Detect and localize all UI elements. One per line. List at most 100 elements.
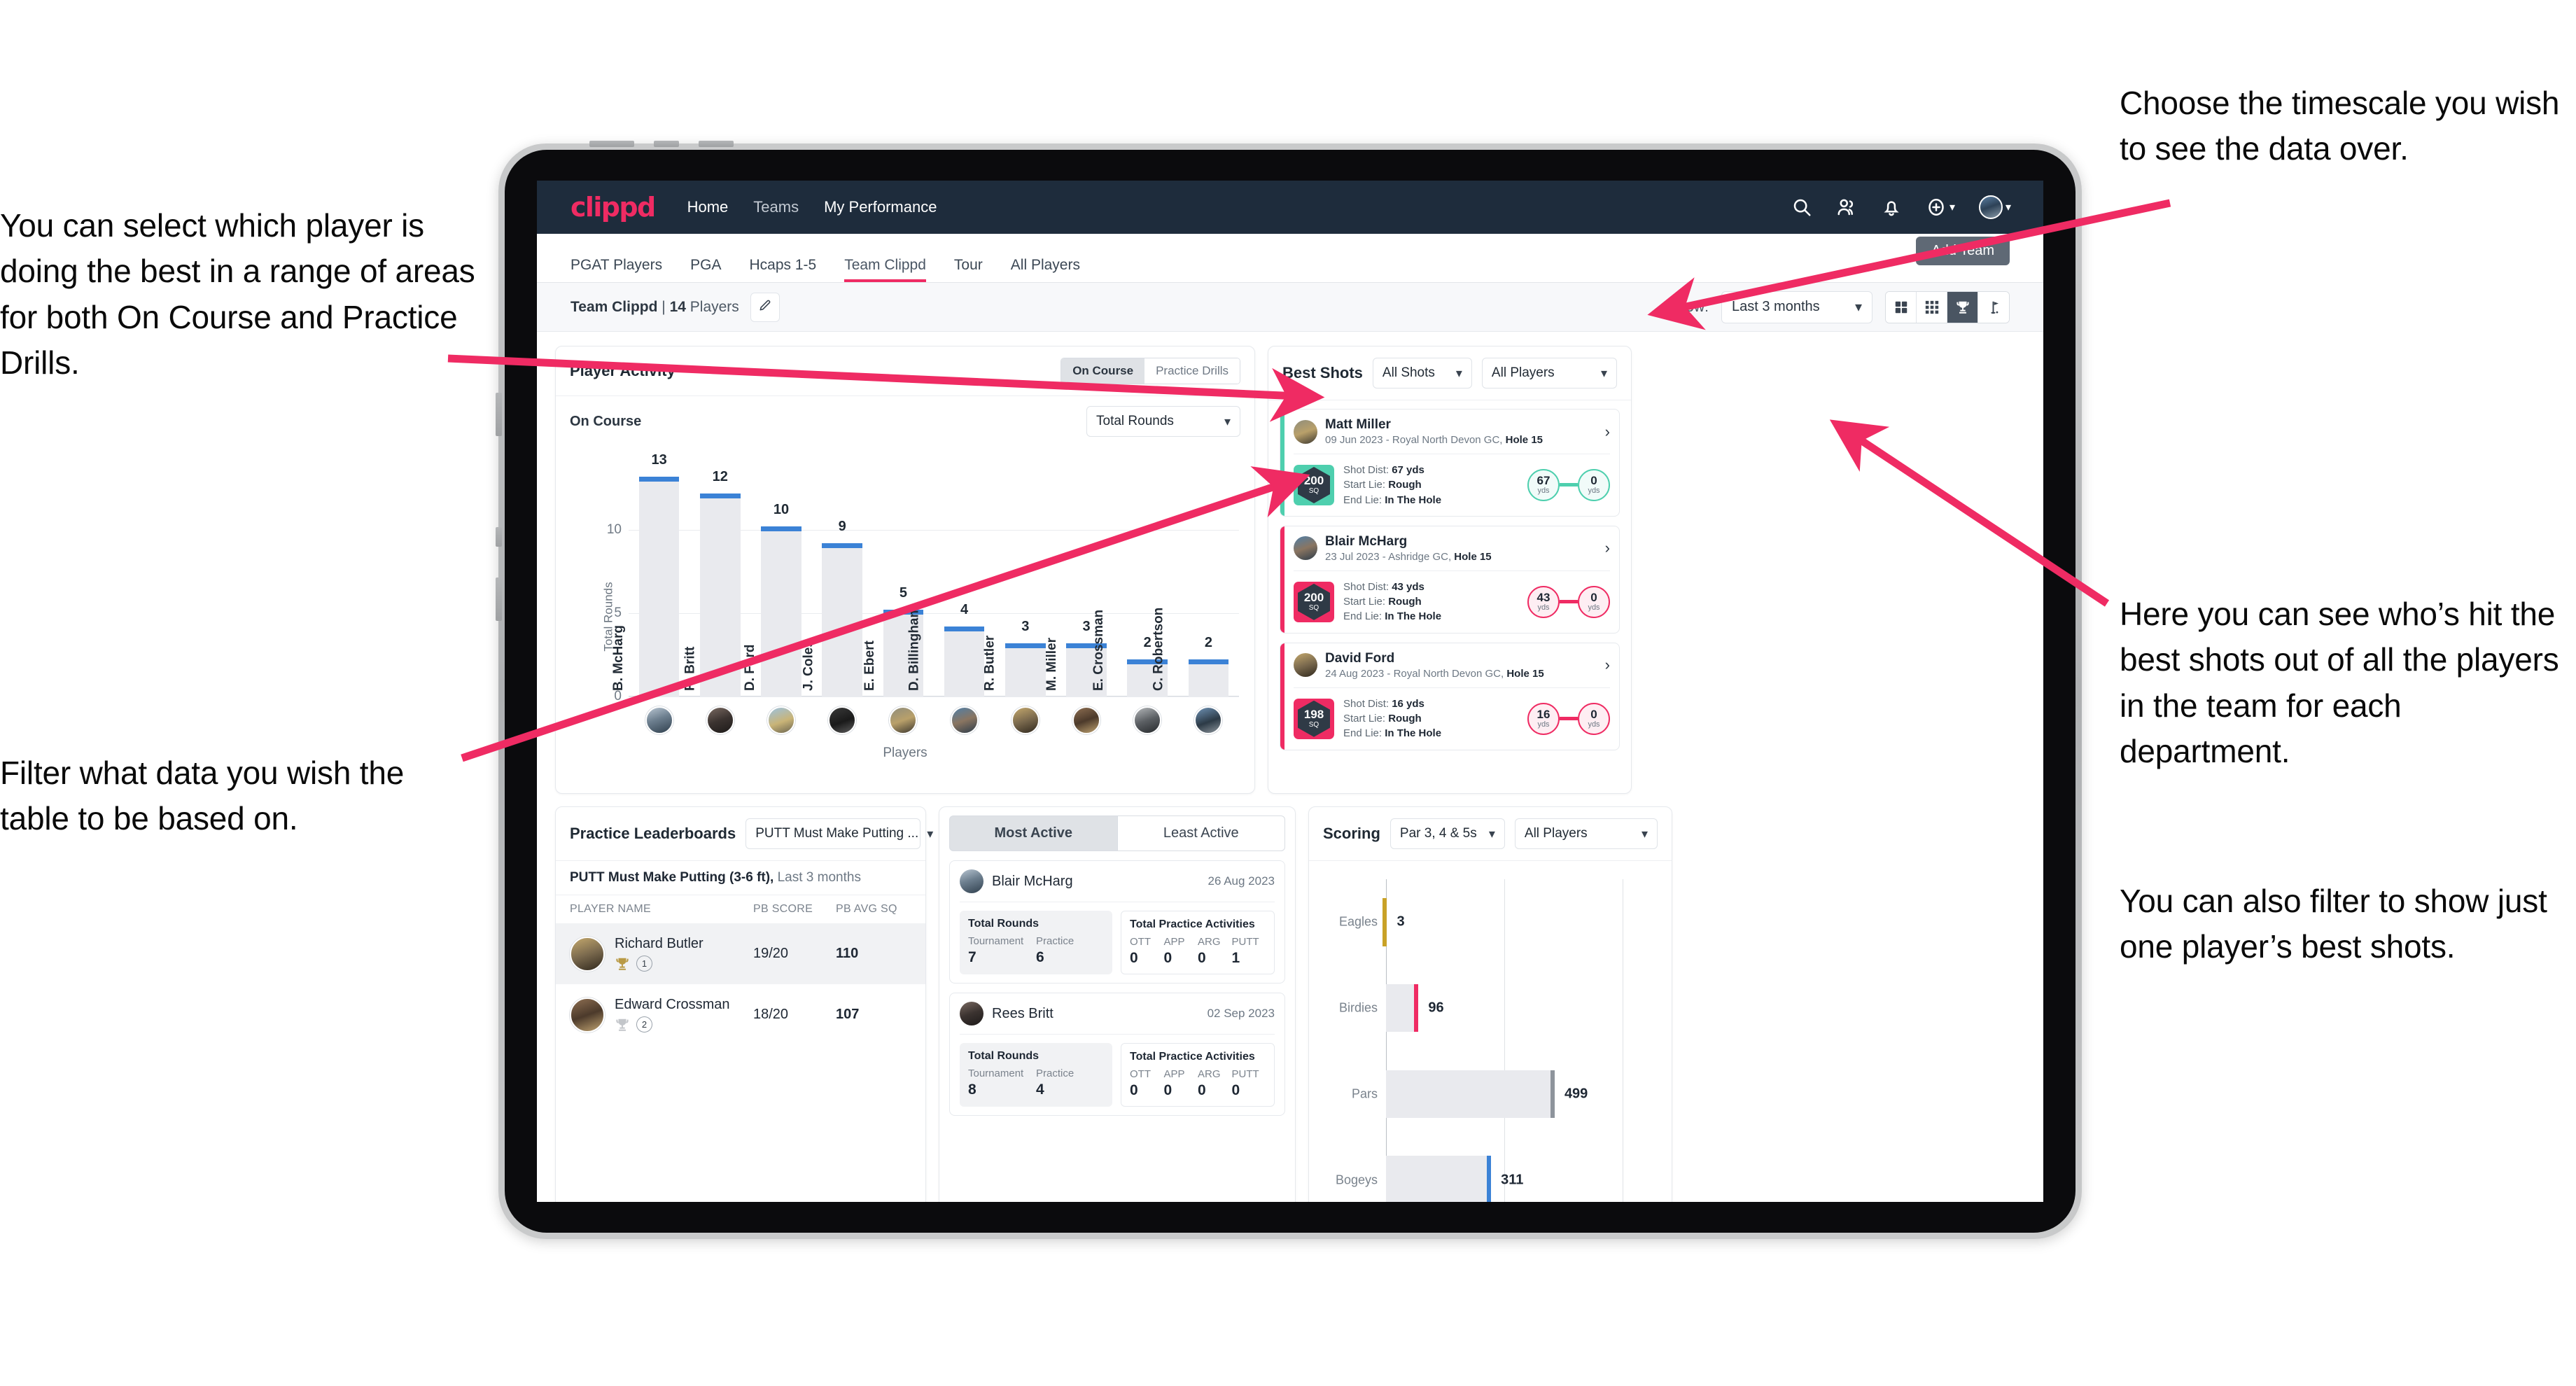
profile-menu[interactable]: ▾	[1978, 195, 2011, 219]
avatar[interactable]	[1133, 706, 1162, 734]
scoring-player-filter[interactable]: All Players ▾	[1514, 818, 1658, 849]
scoring-row[interactable]: Eagles 3	[1339, 898, 1623, 946]
plus-circle-icon[interactable]	[1926, 197, 1947, 218]
toggle-on-course[interactable]: On Course	[1061, 358, 1145, 384]
avatar[interactable]	[570, 936, 605, 972]
drill-select[interactable]: PUTT Must Make Putting ... ▾	[746, 818, 933, 849]
nav-link-teams[interactable]: Teams	[753, 198, 799, 216]
dashboard-row-top: Player Activity On Course Practice Drill…	[555, 346, 2025, 794]
table-row[interactable]: Edward Crossman 2 18/20 107	[556, 984, 925, 1045]
scoring-row[interactable]: Bogeys 311	[1336, 1156, 1623, 1202]
scoring-bar-cap	[1414, 983, 1419, 1032]
chart-bar-column[interactable]: 2 C. Robertson	[1152, 463, 1239, 696]
activity-total-practice-title: Total Practice Activities	[1130, 1051, 1255, 1063]
scoring-row[interactable]: Pars 499	[1352, 1070, 1623, 1119]
tab-all-players[interactable]: All Players	[1011, 257, 1080, 282]
shot-end-unit: yds	[1588, 486, 1600, 496]
bell-icon[interactable]	[1881, 197, 1902, 218]
nav-link-home[interactable]: Home	[687, 198, 729, 216]
player-activity-chart: Total Rounds 0 5 10 13 B. McHarg 12 R. Britt 10…	[556, 440, 1254, 793]
chart-bar[interactable]: 4	[944, 602, 985, 696]
chart-bar[interactable]: 2	[1188, 635, 1229, 696]
player-avatar-slot	[1056, 706, 1116, 734]
avatar[interactable]	[1194, 706, 1223, 734]
activity-practice-value: 0	[1198, 1082, 1206, 1098]
avatar[interactable]	[1294, 653, 1317, 678]
add-menu[interactable]: ▾	[1926, 197, 1955, 218]
avatar[interactable]	[570, 997, 605, 1032]
best-shot-identity: Blair McHarg 23 Jul 2023 - Ashridge GC, H…	[1325, 534, 1593, 563]
tab-tour[interactable]: Tour	[954, 257, 983, 282]
end-lie-line: End Lie: In The Hole	[1343, 726, 1518, 741]
grid-large-icon-button[interactable]	[1886, 291, 1917, 323]
best-shot-quality-badge: 200 SQ	[1294, 581, 1334, 622]
hexagon-icon: 198 SQ	[1298, 700, 1330, 737]
grid-small-icon-button[interactable]	[1917, 291, 1947, 323]
chart-bar-column[interactable]: 5 E. Ebert	[863, 463, 934, 696]
chart-bar[interactable]: 10	[761, 502, 802, 696]
trophy-icon-button[interactable]	[1947, 291, 1978, 323]
chart-bar-column[interactable]: 13 B. McHarg	[611, 452, 690, 696]
best-shot-item[interactable]: Blair McHarg 23 Jul 2023 - Ashridge GC, H…	[1280, 525, 1620, 634]
chart-bar-column[interactable]: 3 M. Miller	[1044, 463, 1116, 696]
chevron-right-icon[interactable]: ›	[1601, 423, 1610, 441]
toggle-practice-drills[interactable]: Practice Drills	[1144, 358, 1240, 384]
avatar[interactable]	[1978, 195, 2003, 219]
activity-practice-key: OTT	[1130, 1068, 1151, 1080]
best-shot-item[interactable]: Matt Miller 09 Jun 2023 - Royal North Dev…	[1280, 409, 1620, 517]
avatar[interactable]	[1011, 706, 1040, 734]
list-item[interactable]: Blair McHarg 26 Aug 2023 Total Rounds Tourn…	[949, 860, 1285, 983]
tab-team-clippd[interactable]: Team Clippd	[844, 257, 926, 282]
chevron-right-icon[interactable]: ›	[1601, 656, 1610, 674]
avatar[interactable]	[950, 706, 979, 734]
best-shots-shot-filter[interactable]: All Shots ▾	[1372, 358, 1472, 388]
best-shot-date: 23 Jul 2023	[1325, 550, 1380, 563]
scoring-row[interactable]: Birdies 96	[1339, 983, 1623, 1032]
tab-pga[interactable]: PGA	[690, 257, 721, 282]
avatar[interactable]	[645, 706, 673, 734]
tab-hcaps-1-5[interactable]: Hcaps 1-5	[749, 257, 816, 282]
activity-rounds-key: Practice	[1036, 935, 1074, 947]
chevron-down-icon: ▾	[1488, 826, 1495, 841]
tab-least-active[interactable]: Least Active	[1117, 816, 1285, 851]
best-shots-player-filter[interactable]: All Players ▾	[1481, 358, 1617, 388]
activity-total-rounds: Total Rounds Tournament 7 Practice 6	[960, 911, 1112, 974]
flag-icon-button[interactable]	[1978, 291, 2009, 323]
clippd-logo[interactable]: clippd	[570, 192, 656, 223]
scoring-bar[interactable]	[1386, 1070, 1555, 1119]
edit-team-button[interactable]	[750, 292, 780, 322]
avatar[interactable]	[960, 1002, 983, 1026]
chart-bar[interactable]: 3	[1005, 619, 1046, 696]
table-row[interactable]: Richard Butler 1 19/20 110	[556, 923, 925, 984]
avatar[interactable]	[828, 706, 857, 734]
chart-bar[interactable]: 9	[822, 519, 862, 696]
scoring-par-filter[interactable]: Par 3, 4 & 5s ▾	[1390, 818, 1505, 849]
tab-most-active[interactable]: Most Active	[949, 816, 1118, 851]
people-icon[interactable]	[1836, 197, 1857, 218]
nav-link-my-performance[interactable]: My Performance	[824, 198, 937, 216]
avatar[interactable]	[767, 706, 795, 734]
chart-bar-column[interactable]: 2 E. Crossman	[1091, 463, 1178, 696]
avatar[interactable]	[889, 706, 918, 734]
avatar[interactable]	[1072, 706, 1101, 734]
metric-select[interactable]: Total Rounds ▾	[1086, 406, 1240, 437]
period-select[interactable]: Last 3 months ▾	[1721, 290, 1872, 323]
chart-bar[interactable]: 13	[638, 452, 680, 696]
chart-bar[interactable]: 12	[700, 469, 741, 696]
activity-total-practice-title: Total Practice Activities	[1130, 918, 1255, 930]
avatar[interactable]	[1294, 536, 1317, 561]
scoring-bar[interactable]	[1386, 1156, 1492, 1202]
best-shot-course: - Royal North Devon GC,	[1384, 667, 1507, 680]
avatar[interactable]	[706, 706, 734, 734]
best-shot-item[interactable]: David Ford 24 Aug 2023 - Royal North Devo…	[1280, 642, 1620, 750]
avatar[interactable]	[960, 869, 983, 893]
list-item[interactable]: Rees Britt 02 Sep 2023 Total Rounds Tournam…	[949, 993, 1285, 1116]
chevron-down-icon[interactable]: ▾	[1949, 200, 1955, 214]
chart-bar-label: D. Ford	[742, 644, 757, 692]
chevron-right-icon[interactable]: ›	[1601, 539, 1610, 557]
search-icon[interactable]	[1791, 197, 1812, 218]
chevron-down-icon[interactable]: ▾	[2005, 200, 2011, 214]
tab-pgat-players[interactable]: PGAT Players	[570, 257, 662, 282]
chart-bar-column[interactable]: 12 R. Britt	[682, 463, 750, 696]
avatar[interactable]	[1294, 419, 1317, 444]
